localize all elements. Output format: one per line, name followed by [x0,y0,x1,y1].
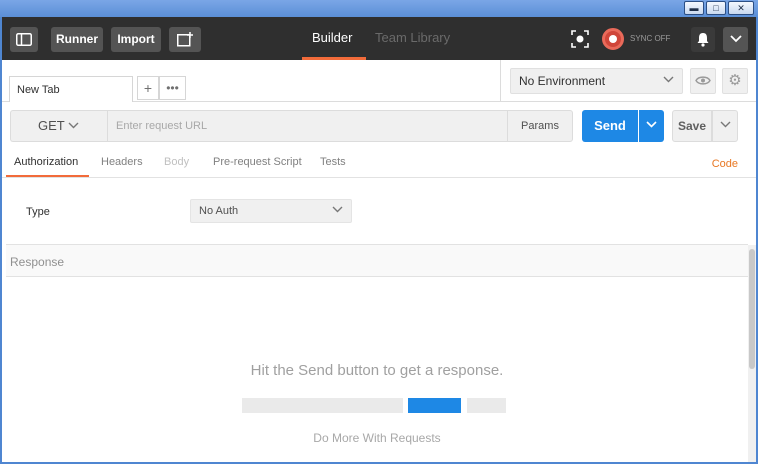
new-window-button[interactable] [169,27,201,52]
method-value: GET [38,118,65,133]
url-input[interactable]: Enter request URL [107,110,507,142]
sync-status-label: SYNC OFF [630,34,671,43]
add-tab-button[interactable]: + [137,76,159,100]
environment-quick-look-button[interactable] [690,68,716,94]
placeholder-bar [242,398,403,413]
app-header: Runner Import Builder Team Library SYNC … [2,17,756,60]
save-options-button[interactable] [712,110,738,142]
eye-icon [695,76,711,85]
window-title-bar: ▬ □ ✕ [0,0,758,17]
import-button[interactable]: Import [111,27,161,52]
active-sub-tab-indicator [6,175,89,177]
environment-settings-button[interactable]: ⚙ [722,68,748,94]
maximize-button[interactable]: □ [706,1,726,15]
sidebar-toggle-icon [16,33,32,46]
request-tabs-bar: New Tab + ••• No Environment ⚙ [2,60,756,102]
scrollbar[interactable] [748,245,756,462]
save-button[interactable]: Save [672,110,712,142]
do-more-link[interactable]: Do More With Requests [6,431,748,445]
method-select[interactable]: GET [10,110,107,142]
placeholder-bar-accent [408,398,461,413]
auth-type-value: No Auth [199,205,239,217]
auth-type-select[interactable]: No Auth [190,199,352,223]
response-header: Response [6,245,748,277]
empty-response-hint: Hit the Send button to get a response. [250,362,504,379]
response-label: Response [10,255,65,269]
environment-area: No Environment ⚙ [500,60,756,101]
chevron-down-icon [663,69,674,93]
sidebar-toggle-button[interactable] [10,27,38,52]
runner-button[interactable]: Runner [51,27,103,52]
environment-select[interactable]: No Environment [510,68,683,94]
notifications-button[interactable] [691,27,715,52]
bell-icon [697,33,709,47]
request-tab[interactable]: New Tab [9,76,133,102]
postman-app: Runner Import Builder Team Library SYNC … [2,17,756,462]
tab-builder[interactable]: Builder [312,30,352,45]
more-tabs-button[interactable]: ••• [159,76,186,100]
chevron-down-icon [720,121,730,128]
chevron-down-icon [646,121,657,128]
chevron-down-icon [729,35,742,43]
close-button[interactable]: ✕ [728,1,754,15]
tab-authorization[interactable]: Authorization [14,156,78,168]
request-sub-tabs: Authorization Headers Body Pre-request S… [2,150,756,178]
tab-body: Body [164,156,190,168]
tab-tests[interactable]: Tests [320,156,346,168]
environment-select-value: No Environment [519,74,606,88]
app-window: ▬ □ ✕ Runner Import Builder Team Library… [0,0,758,464]
chevron-down-icon [332,200,343,222]
new-window-icon [176,32,193,47]
gear-icon: ⚙ [728,72,742,89]
tab-headers[interactable]: Headers [101,156,143,168]
settings-menu-button[interactable] [723,27,748,52]
tab-team-library[interactable]: Team Library [375,30,450,45]
send-options-button[interactable] [639,110,664,142]
window-controls: ▬ □ ✕ [684,1,754,15]
sync-indicator-dot [609,35,617,43]
code-link[interactable]: Code [712,158,738,170]
tab-pre-request-script[interactable]: Pre-request Script [213,156,302,168]
placeholder-bar [467,398,506,413]
minimize-button[interactable]: ▬ [684,1,704,15]
scrollbar-thumb[interactable] [749,249,755,369]
url-bar: GET Enter request URL Params Send Save [2,102,756,150]
capture-icon[interactable] [569,29,591,49]
authorization-panel: Type No Auth [6,179,748,245]
send-button[interactable]: Send [582,110,638,142]
params-button[interactable]: Params [507,110,573,142]
chevron-down-icon [68,111,79,141]
auth-type-label: Type [26,206,50,218]
sync-status-icon[interactable] [602,28,624,50]
